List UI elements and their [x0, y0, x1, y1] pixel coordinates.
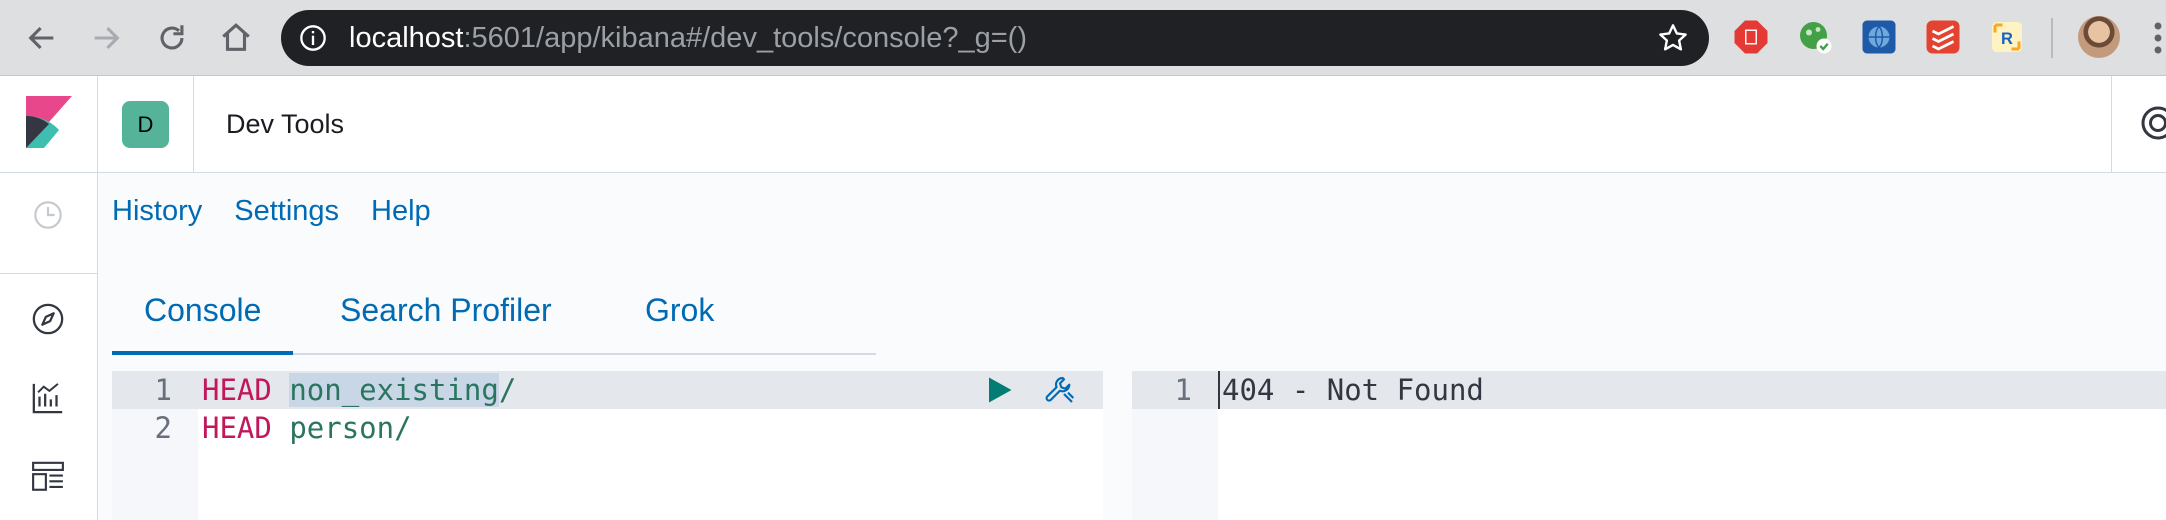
dashboard-icon[interactable]	[26, 455, 70, 499]
settings-link[interactable]: Settings	[234, 191, 339, 231]
tab-search-profiler[interactable]: Search Profiler	[308, 267, 584, 353]
address-bar[interactable]: localhost:5601/app/kibana#/dev_tools/con…	[281, 10, 1709, 66]
todoist-icon[interactable]	[1924, 18, 1962, 56]
play-icon[interactable]	[984, 375, 1014, 405]
path-text: person/	[289, 411, 412, 445]
home-icon[interactable]	[212, 14, 260, 62]
compass-icon[interactable]	[26, 297, 70, 341]
path-highlight: non_existing	[289, 373, 499, 407]
url-path: :5601/app/kibana#/dev_tools/console?_g=(…	[463, 22, 1027, 54]
line-number: 2	[154, 411, 172, 445]
toolbar-divider	[2051, 18, 2053, 58]
line-number: 1	[154, 373, 172, 407]
header-divider	[97, 76, 98, 172]
line-number: 1	[1174, 373, 1192, 407]
forward-arrow-icon[interactable]	[82, 14, 130, 62]
star-icon[interactable]	[1657, 22, 1689, 54]
breadcrumb-app-title: Dev Tools	[226, 109, 345, 139]
reload-icon[interactable]	[148, 14, 196, 62]
help-icon[interactable]	[2140, 105, 2166, 141]
help-link[interactable]: Help	[371, 191, 431, 231]
wrench-icon[interactable]	[1044, 374, 1076, 406]
info-icon[interactable]	[299, 24, 327, 52]
back-arrow-icon[interactable]	[18, 14, 66, 62]
more-menu-icon[interactable]	[2150, 20, 2166, 56]
dev-tools-main: History Settings Help Console Search Pro…	[98, 173, 2166, 520]
editor-line[interactable]: 1 HEAD non_existing/	[112, 371, 1103, 409]
line-code: HEAD non_existing/	[202, 371, 516, 409]
url-text[interactable]: localhost:5601/app/kibana#/dev_tools/con…	[349, 10, 1027, 66]
request-editor[interactable]: 1 HEAD non_existing/ 2 HEAD person/	[112, 371, 1103, 520]
kibana-header: D Dev Tools	[0, 76, 2166, 173]
kibana-logo-icon[interactable]	[26, 96, 72, 148]
globe-extension-icon[interactable]	[1860, 18, 1898, 56]
http-method: HEAD	[202, 373, 272, 407]
header-divider	[193, 76, 194, 172]
editor-line[interactable]: 2 HEAD person/	[112, 409, 1103, 447]
output-line: 1 404 - Not Found	[1132, 371, 2166, 409]
dev-tools-tabs: Console Search Profiler Grok Debugger	[112, 267, 876, 414]
r-extension-icon[interactable]: R	[1988, 18, 2026, 56]
nav-divider	[0, 273, 97, 274]
tab-console[interactable]: Console	[112, 267, 294, 355]
path-text: /	[498, 373, 517, 407]
response-text: 404 - Not Found	[1222, 373, 1484, 407]
header-divider	[2111, 76, 2112, 172]
chart-icon[interactable]	[26, 376, 70, 420]
tab-grok-debugger[interactable]: Grok Debugger	[613, 267, 876, 414]
top-nav-menu: History Settings Help	[112, 191, 431, 231]
url-host: localhost	[349, 22, 464, 54]
response-output[interactable]: 1 404 - Not Found	[1132, 371, 2166, 520]
cookie-extension-icon[interactable]	[1796, 18, 1834, 56]
browser-toolbar: localhost:5601/app/kibana#/dev_tools/con…	[0, 0, 2166, 76]
stop-sign-icon[interactable]	[1732, 18, 1770, 56]
side-navigation	[0, 173, 98, 520]
svg-text:R: R	[2001, 30, 2013, 48]
profile-avatar[interactable]	[2078, 16, 2120, 58]
line-code: HEAD person/	[202, 409, 412, 447]
space-avatar[interactable]: D	[122, 101, 169, 148]
http-method: HEAD	[202, 411, 272, 445]
history-link[interactable]: History	[112, 191, 202, 231]
clock-icon[interactable]	[26, 193, 70, 237]
text-cursor	[1218, 371, 1220, 409]
